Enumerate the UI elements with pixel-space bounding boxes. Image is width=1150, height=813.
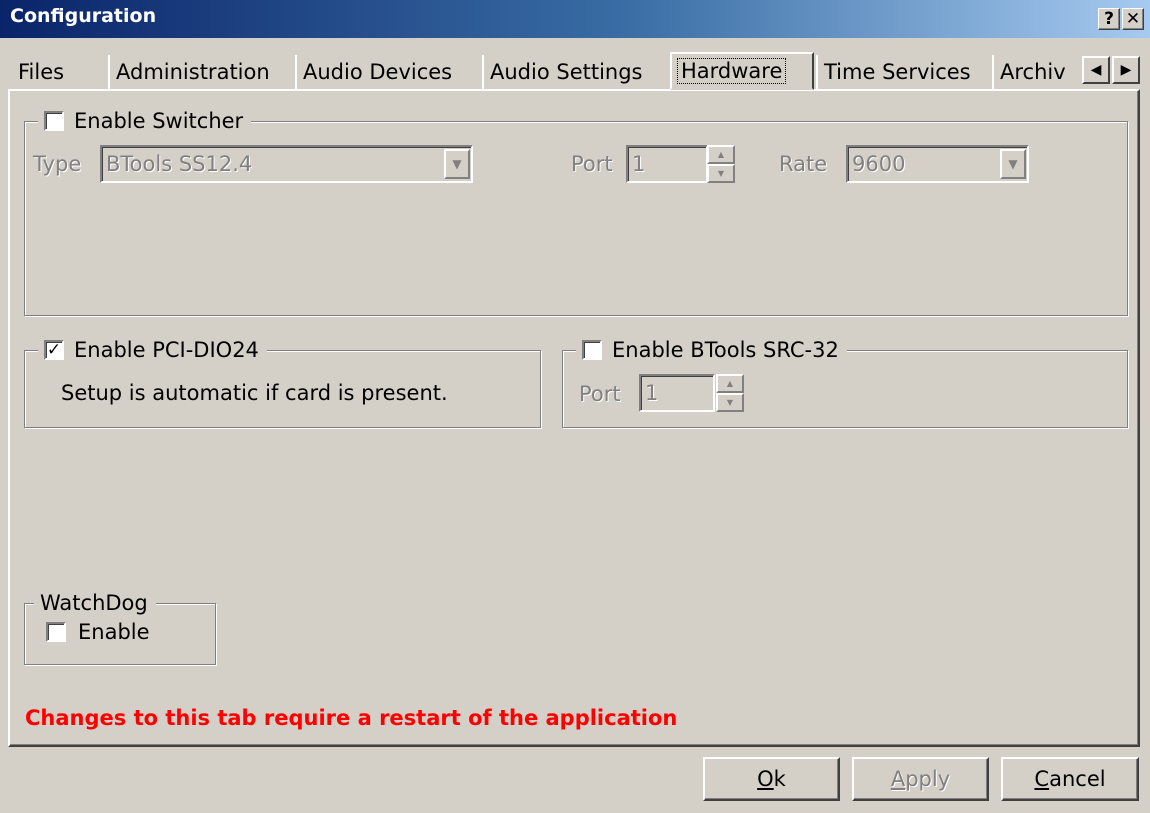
window-title: Configuration <box>10 5 157 27</box>
title-bar[interactable] <box>0 0 1150 38</box>
tab-administration[interactable]: Administration <box>108 55 293 89</box>
src32-legend: Enable BTools SRC-32 <box>576 335 847 365</box>
tab-scroll-left-button[interactable]: ◀ <box>1082 56 1110 84</box>
switcher-type-label: Type <box>33 152 82 176</box>
cancel-button[interactable]: Cancel <box>1001 757 1139 801</box>
tab-files[interactable]: Files <box>12 55 106 89</box>
watchdog-title: WatchDog <box>40 591 148 615</box>
src32-port-label: Port <box>579 382 621 406</box>
tab-time-services[interactable]: Time Services <box>816 55 990 89</box>
tab-audio-settings-label: Audio Settings <box>490 60 643 84</box>
tab-audio-devices[interactable]: Audio Devices <box>295 55 480 89</box>
cancel-label-rest: ancel <box>1049 767 1106 791</box>
tab-files-label: Files <box>18 60 65 84</box>
apply-button[interactable]: Apply <box>852 757 989 801</box>
tab-administration-label: Administration <box>116 60 270 84</box>
enable-switcher-label[interactable]: Enable Switcher <box>74 109 243 133</box>
arrow-left-icon: ◀ <box>1090 62 1102 78</box>
switcher-port-input[interactable]: 1 <box>626 145 708 183</box>
src32-port-input[interactable]: 1 <box>639 374 715 412</box>
spin-down-icon[interactable]: ▼ <box>707 164 735 183</box>
close-icon: ✕ <box>1125 8 1141 29</box>
tab-hardware-label: Hardware <box>676 58 787 84</box>
ok-button[interactable]: Ok <box>703 757 840 801</box>
spin-up-icon[interactable]: ▲ <box>707 145 735 164</box>
chevron-down-icon: ▼ <box>452 157 462 171</box>
spin-up-icon[interactable]: ▲ <box>716 374 744 393</box>
apply-label-rest: pply <box>905 767 951 791</box>
enable-pci-dio24-checkbox[interactable]: ✓ <box>44 340 64 360</box>
switcher-port-spinner[interactable]: ▲ ▼ <box>707 145 735 183</box>
ok-mnemonic: O <box>757 767 774 791</box>
switcher-legend: Enable Switcher <box>38 106 252 136</box>
watchdog-enable-label[interactable]: Enable <box>78 620 150 644</box>
pci-dio24-legend: ✓ Enable PCI-DIO24 <box>38 335 267 365</box>
enable-src32-label[interactable]: Enable BTools SRC-32 <box>612 338 839 362</box>
restart-warning: Changes to this tab require a restart of… <box>25 706 678 730</box>
enable-pci-dio24-label[interactable]: Enable PCI-DIO24 <box>74 338 259 362</box>
cancel-mnemonic: C <box>1034 767 1050 791</box>
enable-switcher-checkbox[interactable] <box>44 111 64 131</box>
enable-src32-checkbox[interactable] <box>582 340 602 360</box>
switcher-rate-dropdown-button[interactable]: ▼ <box>1000 149 1026 179</box>
switcher-type-value: BTools SS12.4 <box>106 152 253 176</box>
help-button[interactable]: ? <box>1098 8 1120 30</box>
arrow-right-icon: ▶ <box>1120 62 1132 78</box>
src32-port-value: 1 <box>645 381 659 405</box>
help-icon: ? <box>1104 8 1114 29</box>
switcher-type-dropdown-button[interactable]: ▼ <box>444 149 470 179</box>
apply-mnemonic: A <box>890 767 906 791</box>
switcher-rate-label: Rate <box>779 152 828 176</box>
tab-archive-label: Archiv <box>1000 60 1066 84</box>
tab-time-services-label: Time Services <box>824 60 971 84</box>
pci-setup-note: Setup is automatic if card is present. <box>61 381 448 405</box>
switcher-rate-value: 9600 <box>852 152 906 176</box>
tab-archive[interactable]: Archiv <box>992 55 1078 89</box>
watchdog-enable-checkbox[interactable] <box>46 622 66 642</box>
switcher-port-value: 1 <box>632 152 646 176</box>
tab-audio-devices-label: Audio Devices <box>303 60 453 84</box>
ok-label-rest: k <box>773 767 786 791</box>
watchdog-legend: WatchDog <box>34 588 156 618</box>
tab-scroll-right-button[interactable]: ▶ <box>1112 56 1140 84</box>
spin-down-icon[interactable]: ▼ <box>716 393 744 412</box>
src32-port-spinner[interactable]: ▲ ▼ <box>716 374 744 412</box>
switcher-port-label: Port <box>571 152 613 176</box>
switcher-type-select[interactable]: BTools SS12.4 <box>100 145 473 183</box>
chevron-down-icon: ▼ <box>1008 157 1018 171</box>
watchdog-enable-row: Enable <box>46 620 150 644</box>
tab-hardware[interactable]: Hardware <box>670 52 814 90</box>
close-button[interactable]: ✕ <box>1122 8 1144 30</box>
tab-audio-settings[interactable]: Audio Settings <box>482 55 669 89</box>
